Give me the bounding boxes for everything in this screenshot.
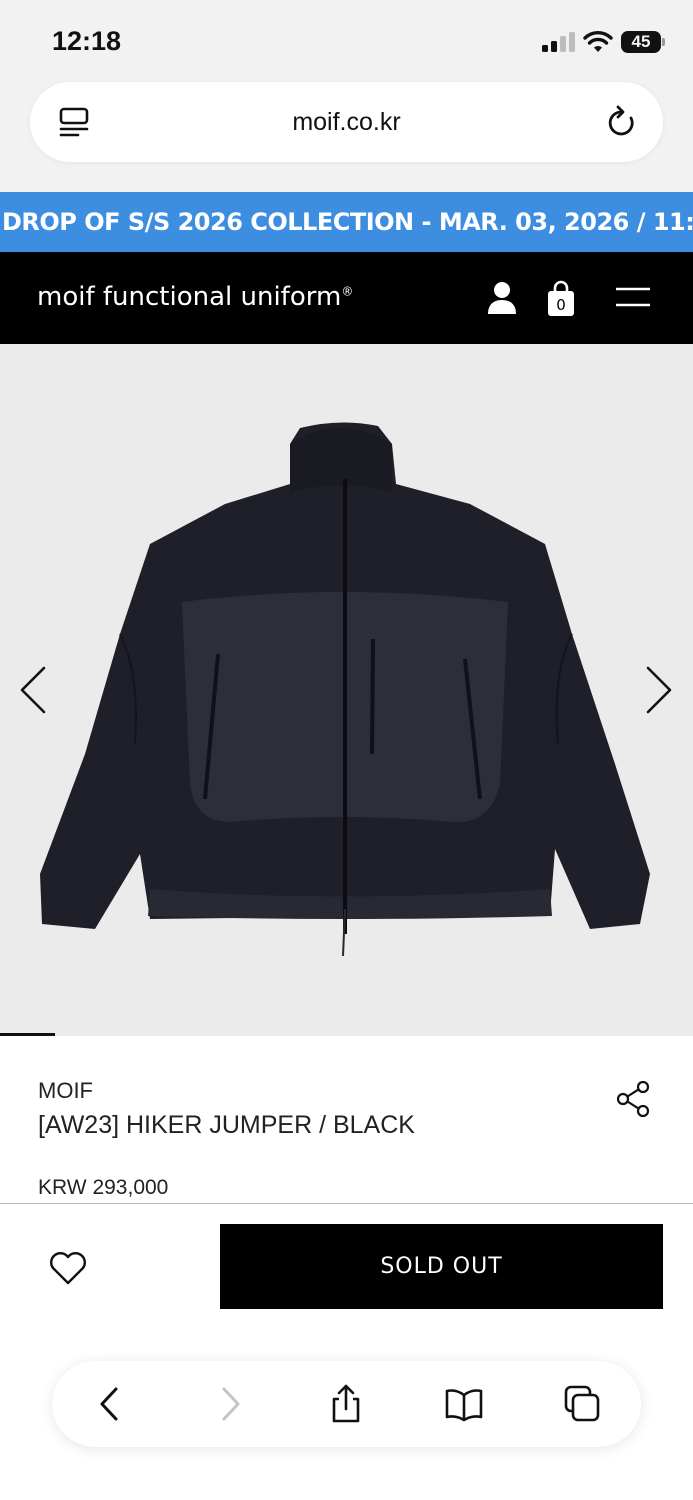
battery-icon: 45 [621, 31, 665, 53]
product-brand: MOIF [38, 1078, 93, 1103]
forward-icon[interactable] [210, 1383, 250, 1425]
tabs-icon[interactable] [562, 1383, 602, 1425]
site-logo[interactable]: moif functional uniform® [37, 282, 353, 312]
previous-image-arrow-icon[interactable] [14, 664, 54, 716]
address-bar[interactable]: moif.co.kr [30, 82, 663, 162]
status-bar: 12:18 45 [0, 0, 693, 80]
announcement-banner[interactable]: DROP OF S/S 2026 COLLECTION - MAR. 03, 2… [0, 192, 693, 252]
browser-bottom-area [0, 1334, 693, 1500]
cellular-signal-icon [542, 32, 575, 52]
bookmarks-icon[interactable] [444, 1383, 484, 1425]
share-icon[interactable] [615, 1080, 651, 1118]
share-sheet-icon[interactable] [326, 1383, 366, 1425]
site-header: moif functional uniform® 0 [0, 252, 693, 344]
next-image-arrow-icon[interactable] [638, 664, 678, 716]
product-image [40, 422, 650, 957]
status-time: 12:18 [52, 26, 122, 56]
back-icon[interactable] [90, 1383, 130, 1425]
wifi-icon [583, 31, 613, 52]
announcement-text: DROP OF S/S 2026 COLLECTION - MAR. 03, 2… [2, 208, 693, 236]
product-info: MOIF [AW23] HIKER JUMPER / BLACK KRW 293… [0, 1036, 693, 1204]
account-icon[interactable] [486, 280, 518, 316]
product-name: [AW23] HIKER JUMPER / BLACK [38, 1111, 415, 1139]
product-price: KRW 293,000 [38, 1176, 169, 1199]
reload-icon[interactable] [605, 104, 639, 140]
heart-icon[interactable] [48, 1250, 88, 1286]
url-text[interactable]: moif.co.kr [30, 108, 663, 137]
product-image-carousel[interactable] [0, 344, 693, 1036]
battery-level: 45 [621, 31, 661, 53]
hamburger-menu-icon[interactable] [614, 282, 652, 312]
purchase-bar: SOLD OUT [0, 1204, 693, 1334]
sold-out-button[interactable]: SOLD OUT [220, 1224, 663, 1309]
browser-toolbar [52, 1361, 641, 1447]
cart-count: 0 [556, 296, 566, 314]
